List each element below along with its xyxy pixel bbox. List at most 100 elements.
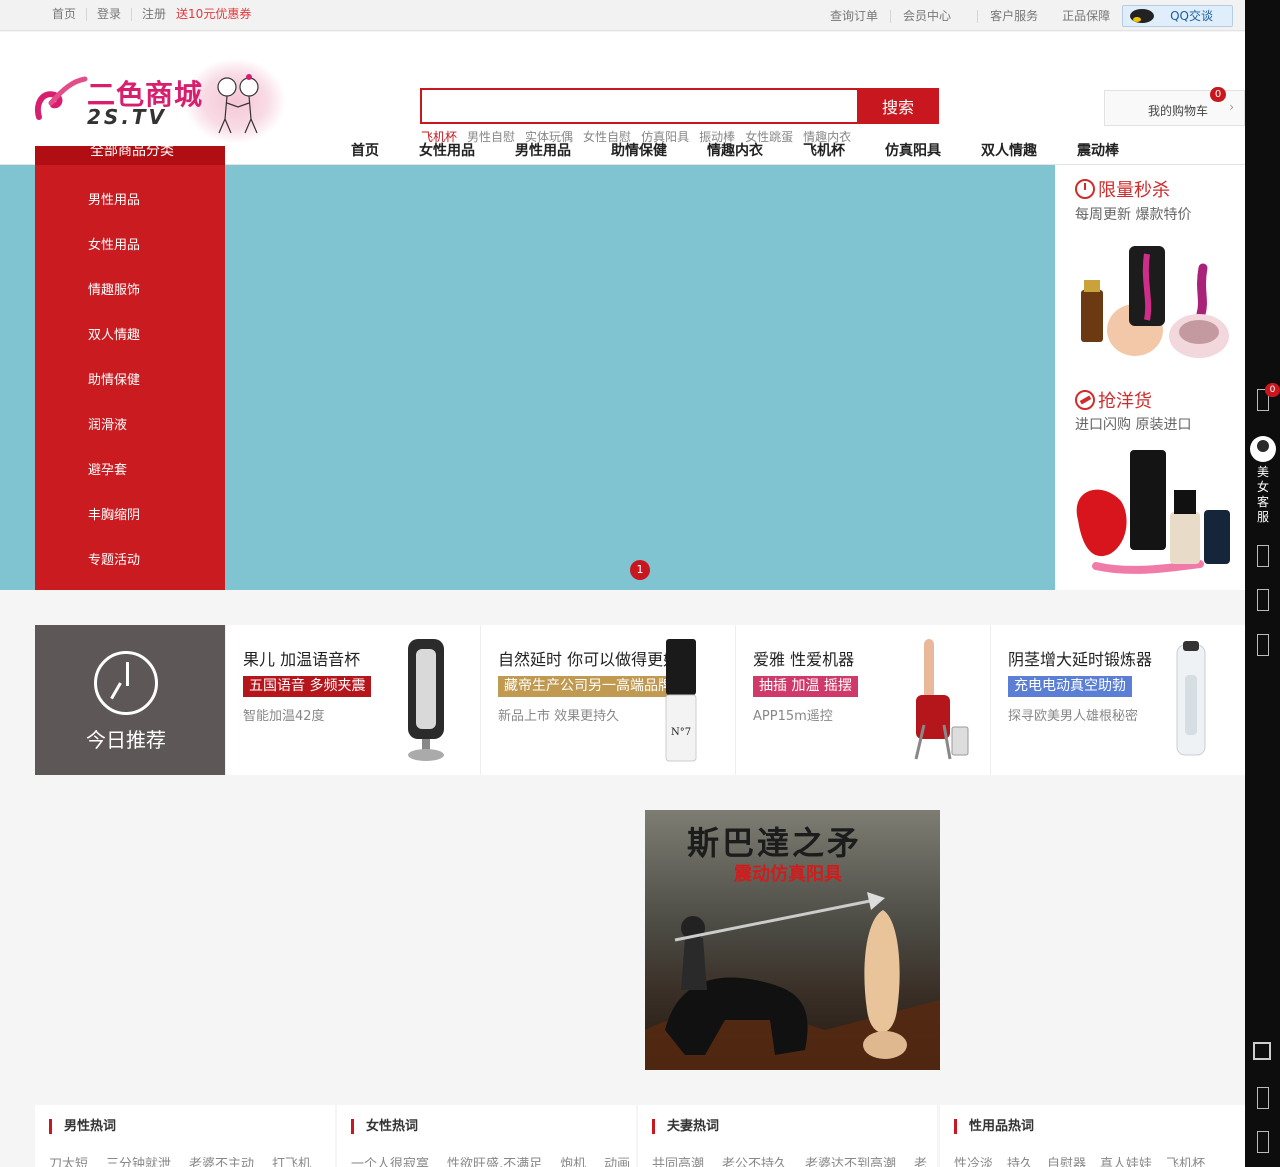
- couple-illustration-icon: [217, 74, 259, 134]
- import-products-image[interactable]: [1070, 450, 1240, 580]
- search-bar: 搜索: [420, 88, 939, 124]
- customer-service-avatar[interactable]: [1250, 436, 1276, 462]
- hot-word[interactable]: 动画: [604, 1153, 630, 1167]
- hot-word[interactable]: 性冷淡: [954, 1153, 993, 1167]
- hot-words-title: 女性热词: [351, 1119, 418, 1134]
- cart-label: 我的购物车: [1148, 104, 1209, 118]
- hot-word[interactable]: 老: [914, 1153, 927, 1167]
- hot-word[interactable]: 刀太短: [49, 1153, 88, 1167]
- top-link-member[interactable]: 会员中心: [890, 9, 963, 23]
- hot-word[interactable]: 飞机杯: [1166, 1153, 1205, 1167]
- recommend-tag: 五国语音 多频夹震: [243, 676, 372, 697]
- site-logo[interactable]: 二色商城 2S.TV: [33, 59, 285, 151]
- qr-code-icon[interactable]: [1253, 1042, 1271, 1060]
- import-goods-label: 抢洋货: [1098, 391, 1152, 412]
- top-link-home[interactable]: 首页: [52, 8, 86, 21]
- category-menu-header[interactable]: 全部商品分类: [35, 146, 225, 165]
- sidebar-feedback-icon[interactable]: [1257, 1087, 1269, 1109]
- hot-words-women: 女性热词 一个人很寂寞 性欲旺盛,不满足 炮机 动画: [337, 1105, 636, 1167]
- hot-word[interactable]: 打飞机: [272, 1153, 311, 1167]
- sidebar-cart-badge: 0: [1265, 383, 1280, 397]
- category-item[interactable]: 助情保健: [88, 369, 140, 414]
- import-goods-title[interactable]: 抢洋货: [1075, 387, 1152, 413]
- hot-words-men: 男性热词 刀太短 三分钟就泄 老婆不主动 打飞机: [35, 1105, 335, 1167]
- category-item[interactable]: 专题活动: [88, 549, 140, 594]
- hot-word[interactable]: 老婆不主动: [189, 1153, 254, 1167]
- hot-word[interactable]: 共同高潮: [652, 1153, 704, 1167]
- flash-sale-products-image[interactable]: [1075, 240, 1235, 365]
- category-item[interactable]: 避孕套: [88, 459, 140, 504]
- recommend-tag: 抽插 加温 摇摆: [753, 676, 858, 697]
- top-link-orders[interactable]: 查询订单: [818, 9, 890, 23]
- nav-item-health[interactable]: 助情保健: [611, 140, 667, 160]
- top-link-register[interactable]: 注册: [131, 8, 176, 21]
- top-link-guarantee[interactable]: 正品保障: [1050, 9, 1122, 23]
- customer-service-label[interactable]: 美女客服: [1257, 465, 1269, 525]
- category-item[interactable]: 情趣服饰: [88, 279, 140, 324]
- product-image: [1176, 641, 1206, 756]
- category-item[interactable]: 男性用品: [88, 189, 140, 234]
- recommend-subtitle: APP15m遥控: [753, 709, 833, 724]
- cart-button[interactable]: 我的购物车 › 0: [1104, 87, 1245, 126]
- top-link-service[interactable]: 客户服务: [977, 9, 1050, 23]
- category-item[interactable]: 丰胸缩阴: [88, 504, 140, 549]
- search-input[interactable]: [420, 88, 859, 124]
- recommend-title: 果儿 加温语音杯: [243, 650, 361, 669]
- sidebar-history-icon[interactable]: [1257, 634, 1269, 656]
- nav-item-men[interactable]: 男性用品: [515, 140, 571, 160]
- hot-words-title: 男性热词: [49, 1119, 116, 1134]
- hot-word[interactable]: 性欲旺盛,不满足: [447, 1153, 542, 1167]
- coupon-link[interactable]: 送10元优惠券: [176, 8, 261, 21]
- main-nav: 首页 女性用品 男性用品 助情保健 情趣内衣 飞机杯 仿真阳具 双人情趣 震动棒: [351, 140, 1159, 160]
- banner-pager-dot[interactable]: 1: [630, 560, 650, 580]
- back-to-top-icon[interactable]: [1257, 1131, 1269, 1153]
- nav-item-couple[interactable]: 双人情趣: [981, 140, 1037, 160]
- sidebar-favorites-icon[interactable]: [1257, 589, 1269, 611]
- feature-poster[interactable]: 斯巴達之矛 震动仿真阳具: [645, 810, 940, 1070]
- sidebar-account-icon[interactable]: [1257, 545, 1269, 567]
- top-right-links: 查询订单 会员中心 客户服务 正品保障 QQ交谈: [818, 5, 1233, 27]
- airplane-icon: [1075, 390, 1095, 410]
- recommend-card[interactable]: 阴茎增大延时锻炼器 充电电动真空助勃 探寻欧美男人雄根秘密: [990, 625, 1245, 775]
- hot-word[interactable]: 三分钟就泄: [106, 1153, 171, 1167]
- category-item[interactable]: 润滑液: [88, 414, 140, 459]
- hot-word[interactable]: 老公不持久: [722, 1153, 787, 1167]
- category-item[interactable]: 双人情趣: [88, 324, 140, 369]
- nav-item-lingerie[interactable]: 情趣内衣: [707, 140, 763, 160]
- hot-word[interactable]: 持久: [1007, 1153, 1033, 1167]
- qq-icon: [1130, 9, 1155, 23]
- svg-text:N°7: N°7: [671, 727, 691, 738]
- recommend-subtitle: 探寻欧美男人雄根秘密: [1008, 709, 1139, 724]
- logo-swirl-icon: [35, 76, 88, 120]
- recommend-subtitle: 智能加温42度: [243, 709, 325, 724]
- category-item[interactable]: 女性用品: [88, 234, 140, 279]
- flash-sale-label: 限量秒杀: [1098, 180, 1170, 201]
- product-image: N°7: [665, 639, 697, 762]
- right-sidebar: 0 美女客服: [1245, 0, 1280, 1167]
- top-links: 首页 登录 注册 送10元优惠券: [52, 8, 261, 21]
- nav-item-vibrator[interactable]: 震动棒: [1077, 140, 1119, 160]
- recommend-tag: 充电电动真空助勃: [1008, 676, 1132, 697]
- nav-item-dildo[interactable]: 仿真阳具: [885, 140, 941, 160]
- nav-item-cup[interactable]: 飞机杯: [803, 140, 845, 160]
- search-button[interactable]: 搜索: [857, 88, 939, 124]
- hot-word[interactable]: 一个人很寂寞: [351, 1153, 429, 1167]
- recommend-card[interactable]: 爱雅 性爱机器 抽插 加温 摇摆 APP15m遥控: [735, 625, 990, 775]
- top-link-login[interactable]: 登录: [86, 8, 131, 21]
- page: 首页 登录 注册 送10元优惠券 查询订单 会员中心 客户服务 正品保障 QQ交…: [0, 0, 1280, 1167]
- flash-sale-title[interactable]: 限量秒杀: [1075, 176, 1170, 202]
- hot-word[interactable]: 老婆达不到高潮: [805, 1153, 896, 1167]
- nav-item-home[interactable]: 首页: [351, 140, 379, 160]
- hot-words-products: 性用品热词 性冷淡 持久 自慰器 真人娃娃 飞机杯: [940, 1105, 1245, 1167]
- recommend-card[interactable]: 自然延时 你可以做得更好 藏帝生产公司另一高端品牌 新品上市 效果更持久 N°7: [480, 625, 735, 775]
- hot-word[interactable]: 炮机: [560, 1153, 586, 1167]
- knight-on-horse-illustration: [645, 892, 940, 1070]
- hot-words-title: 性用品热词: [954, 1119, 1034, 1134]
- qq-chat-button[interactable]: QQ交谈: [1122, 5, 1233, 27]
- top-bar: 首页 登录 注册 送10元优惠券 查询订单 会员中心 客户服务 正品保障 QQ交…: [0, 0, 1245, 31]
- nav-item-women[interactable]: 女性用品: [419, 140, 475, 160]
- hot-word[interactable]: 真人娃娃: [1100, 1153, 1152, 1167]
- recommend-card[interactable]: 果儿 加温语音杯 五国语音 多频夹震 智能加温42度: [225, 625, 480, 775]
- recommend-subtitle: 新品上市 效果更持久: [498, 709, 620, 724]
- hot-word[interactable]: 自慰器: [1047, 1153, 1086, 1167]
